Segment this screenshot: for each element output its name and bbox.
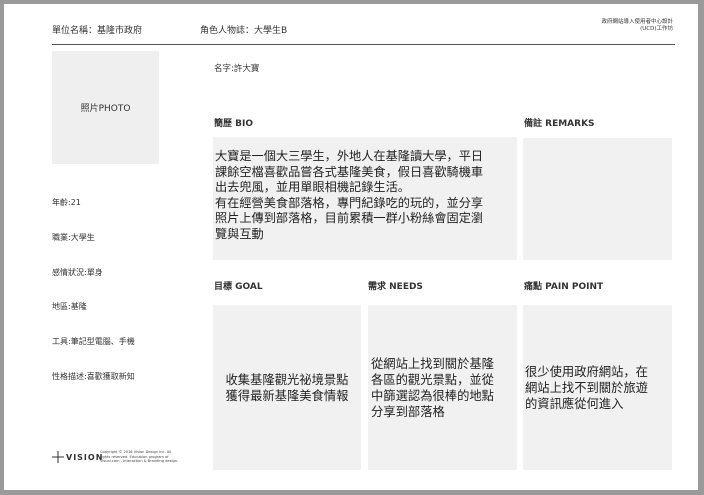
profile-location: 地區:基隆 xyxy=(52,302,87,311)
persona-title: 角色人物誌：大學生B xyxy=(200,26,288,36)
needs-panel: 從網站上找到關於基隆 各區的觀光景點，並從 中篩選認為很棒的地點 分享到部落格 xyxy=(368,305,517,470)
pain-point-title: 痛點 PAIN POINT xyxy=(524,282,604,292)
profile-age: 年齡:21 xyxy=(52,198,81,207)
needs-text: 從網站上找到關於基隆 各區的觀光景點，並從 中篩選認為很棒的地點 分享到部落格 xyxy=(371,356,494,419)
remarks-panel xyxy=(523,138,672,260)
goal-panel: 收集基隆觀光祕境景點 獲得最新基隆美食情報 xyxy=(213,305,361,470)
org-line-1: 政府網站導入使用者中心設計 xyxy=(601,19,673,25)
needs-title: 需求 NEEDS xyxy=(368,282,423,292)
profile-job: 職業:大學生 xyxy=(52,233,95,242)
profile-personality: 性格描述:喜歡獲取新知 xyxy=(52,372,135,381)
copyright-text: Copyright © 2016 Vision Design Inc. All … xyxy=(100,450,179,464)
bio-panel: 大寶是一個大三學生，外地人在基隆讀大學，平日 課餘空檔喜歡品嘗各式基隆美食，假日… xyxy=(213,137,517,260)
persona-sheet: 單位名稱：基隆市政府 角色人物誌：大學生B 政府網站導入使用者中心設計 (UCD… xyxy=(4,4,698,490)
bio-title: 簡歷 BIO xyxy=(214,119,253,129)
vision-logo-text: VISION xyxy=(66,453,104,462)
profile-relationship: 感情狀況:單身 xyxy=(52,268,103,277)
vision-logo-icon xyxy=(52,451,64,463)
remarks-title: 備註 REMARKS xyxy=(524,119,595,129)
unit-name: 單位名稱：基隆市政府 xyxy=(52,26,143,36)
pain-point-panel: 很少使用政府網站，在 網站上找不到關於旅遊 的資訊應從何進入 xyxy=(523,305,672,470)
pain-point-text: 很少使用政府網站，在 網站上找不到關於旅遊 的資訊應從何進入 xyxy=(525,364,648,411)
goal-title: 目標 GOAL xyxy=(214,282,263,292)
org-line-2: (UCD)工作坊 xyxy=(640,26,673,32)
vision-logo: VISION xyxy=(52,451,102,465)
bio-text: 大寶是一個大三學生，外地人在基隆讀大學，平日 課餘空檔喜歡品嘗各式基隆美食，假日… xyxy=(215,149,484,241)
goal-text: 收集基隆觀光祕境景點 獲得最新基隆美食情報 xyxy=(225,372,349,403)
photo-label: 照片PHOTO xyxy=(80,104,131,114)
header-divider xyxy=(52,44,675,45)
photo-placeholder: 照片PHOTO xyxy=(52,51,159,164)
org-name: 政府網站導入使用者中心設計 (UCD)工作坊 xyxy=(601,19,673,33)
persona-name: 名字:許大寶 xyxy=(214,64,260,74)
profile-tools: 工具:筆記型電腦、手機 xyxy=(52,337,135,346)
